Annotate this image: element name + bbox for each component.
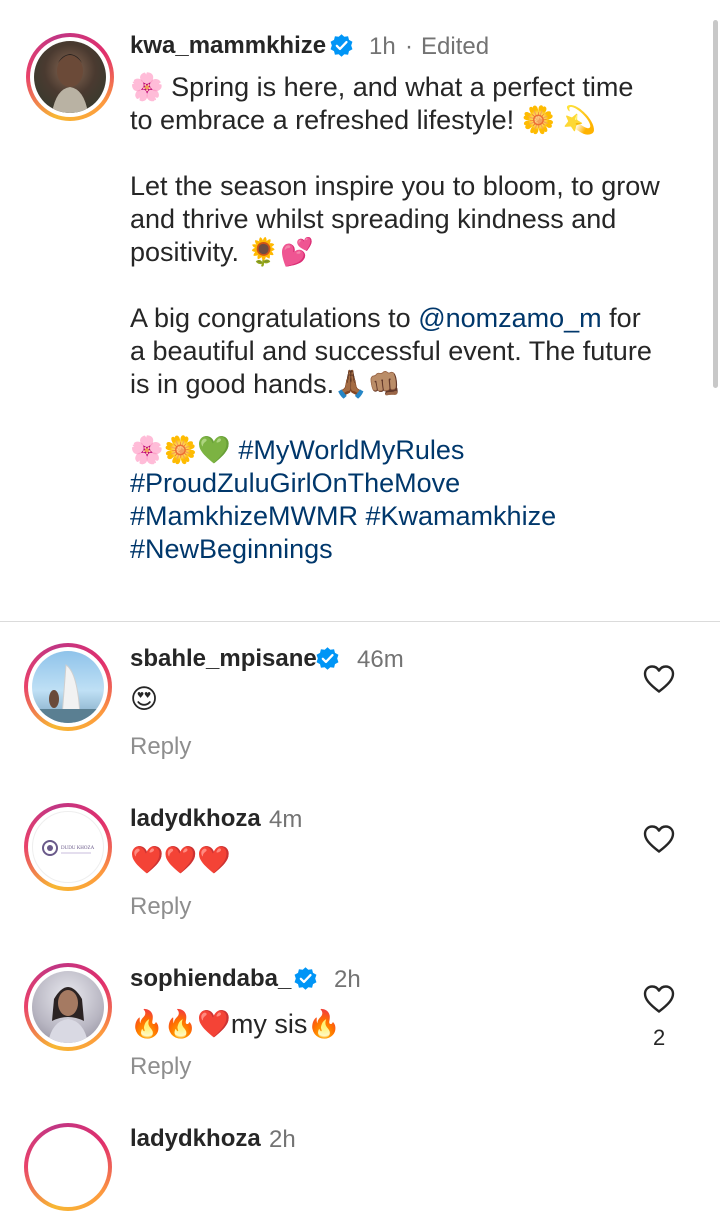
- commenter-username[interactable]: sophiendaba_: [130, 965, 291, 993]
- reply-button[interactable]: Reply: [130, 733, 191, 761]
- avatar-logo-text: DUDU KHOZA: [61, 846, 95, 851]
- post-time: 1h: [369, 33, 396, 60]
- commenter-username[interactable]: ladydkhoza: [130, 1125, 261, 1153]
- commenter-avatar-ring[interactable]: [24, 643, 112, 731]
- reply-button[interactable]: Reply: [130, 1053, 191, 1081]
- heart-outline-icon[interactable]: [643, 984, 675, 1014]
- caption-text: 🌸 Spring is here, and what a perfect tim…: [130, 71, 660, 566]
- hashtags: 🌸🌼💚 #MyWorldMyRules #ProudZuluGirlOnTheM…: [130, 434, 660, 566]
- caption-emoji: 🌸🌼💚: [130, 435, 239, 465]
- meta-separator: ·: [405, 33, 413, 60]
- caption-paragraph: Let the season inspire you to bloom, to …: [130, 171, 660, 267]
- edited-label[interactable]: Edited: [421, 33, 489, 61]
- comment-time: 2h: [269, 1126, 296, 1153]
- caption-text-segment: A big congratulations to: [130, 303, 419, 333]
- comment-text: 🔥🔥❤️my sis🔥: [130, 1009, 341, 1039]
- verified-badge-icon: [294, 967, 317, 990]
- commenter-username[interactable]: ladydkhoza: [130, 805, 261, 833]
- author-username[interactable]: kwa_mammkhize: [130, 32, 326, 60]
- post-caption: kwa_mammkhize 1h · Edited 🌸 Spring is he…: [0, 0, 720, 620]
- divider: [0, 621, 720, 622]
- commenter-avatar-ring[interactable]: DUDU KHOZA: [24, 803, 112, 891]
- reply-button[interactable]: Reply: [130, 893, 191, 921]
- avatar: [34, 41, 106, 113]
- comment-text: ❤️❤️❤️: [130, 845, 231, 875]
- avatar: [32, 651, 104, 723]
- verified-badge-icon: [330, 34, 353, 57]
- heart-outline-icon[interactable]: [643, 824, 675, 854]
- comment-time: 46m: [357, 646, 404, 673]
- avatar: [32, 971, 104, 1043]
- commenter-avatar-ring[interactable]: [24, 963, 112, 1051]
- caption-paragraph: A big congratulations to @nomzamo_m for …: [130, 302, 660, 401]
- author-avatar-ring[interactable]: [26, 33, 114, 121]
- commenter-username[interactable]: sbahle_mpisane: [130, 645, 317, 673]
- like-count: 2: [653, 1025, 666, 1050]
- mention-link[interactable]: @nomzamo_m: [418, 303, 601, 333]
- caption-paragraph: 🌸 Spring is here, and what a perfect tim…: [130, 72, 634, 135]
- comment-text: 😍: [130, 684, 159, 714]
- comment-time: 2h: [334, 966, 361, 993]
- heart-outline-icon[interactable]: [643, 664, 675, 694]
- verified-badge-icon: [316, 647, 339, 670]
- commenter-avatar-ring[interactable]: [24, 1123, 112, 1211]
- comment-time: 4m: [269, 806, 303, 833]
- avatar: DUDU KHOZA: [32, 811, 104, 883]
